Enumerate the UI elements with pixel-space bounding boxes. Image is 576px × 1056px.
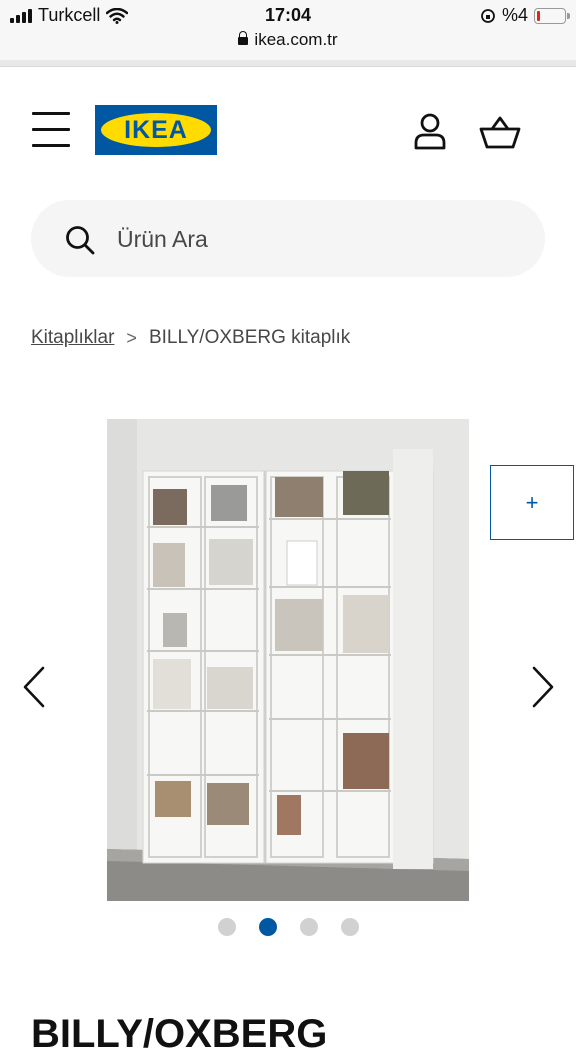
product-image[interactable] — [107, 419, 469, 901]
product-title: BILLY/OXBERG — [31, 1012, 328, 1056]
orientation-lock-icon — [481, 8, 495, 23]
status-right: %4 — [480, 5, 570, 26]
next-thumbnail[interactable]: + — [490, 465, 574, 540]
plus-icon: + — [525, 489, 539, 515]
cart-icon — [479, 116, 521, 149]
user-icon — [414, 113, 446, 150]
url-text: ikea.com.tr — [254, 30, 338, 49]
carousel-dot[interactable] — [217, 918, 236, 936]
breadcrumb: Kitaplıklar > BILLY/OXBERG kitaplık — [31, 327, 350, 349]
url-divider — [0, 60, 576, 67]
ikea-logo[interactable]: IKEA — [95, 105, 217, 155]
menu-button[interactable] — [32, 110, 70, 150]
profile-button[interactable] — [412, 112, 448, 150]
lock-icon — [238, 31, 249, 45]
url-bar[interactable]: ikea.com.tr — [0, 30, 576, 60]
search-input[interactable] — [115, 218, 519, 260]
battery-icon — [534, 7, 570, 24]
carousel-dot[interactable] — [299, 918, 318, 936]
search-bar[interactable] — [31, 200, 545, 277]
logo-text: IKEA — [124, 116, 188, 144]
carousel-dot-active[interactable] — [258, 918, 277, 936]
carousel-dots — [0, 918, 576, 936]
search-icon[interactable] — [65, 225, 95, 255]
chevron-right-icon[interactable] — [530, 666, 556, 708]
chevron-right-icon: > — [126, 327, 137, 348]
chevron-left-icon[interactable] — [21, 666, 47, 708]
status-bar: Turkcell 17:04 %4 — [0, 0, 576, 30]
menu-icon — [32, 112, 70, 115]
battery-percent: %4 — [501, 5, 528, 25]
cart-button[interactable] — [479, 114, 521, 150]
breadcrumb-parent-link[interactable]: Kitaplıklar — [31, 327, 114, 349]
breadcrumb-current: BILLY/OXBERG kitaplık — [148, 327, 351, 348]
carousel-dot[interactable] — [340, 918, 359, 936]
